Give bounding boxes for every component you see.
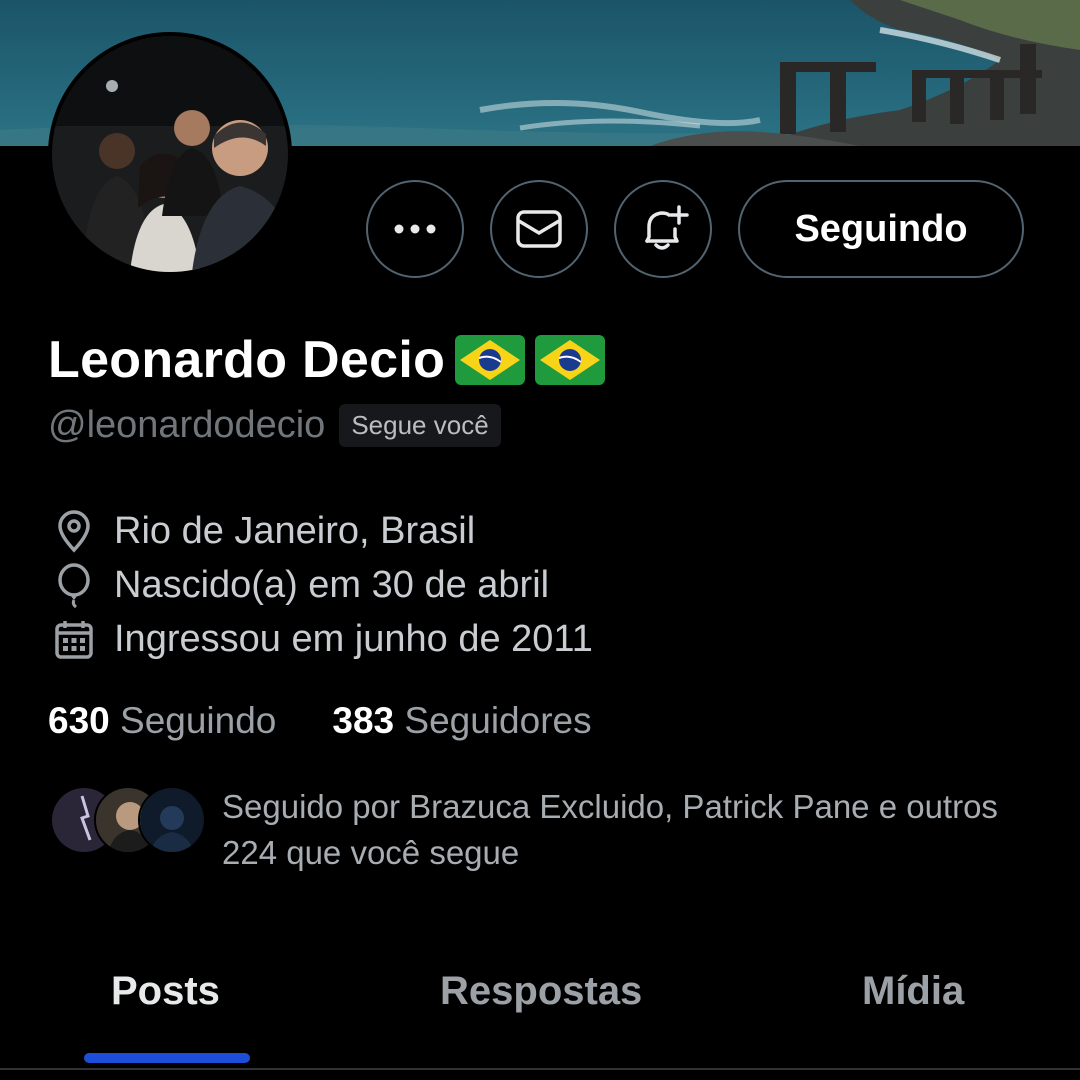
more-dots-icon: [394, 224, 436, 234]
birthday-text: Nascido(a) em 30 de abril: [114, 563, 550, 606]
profile-name-row: Leonardo Decio: [48, 330, 606, 390]
mutual-avatar: [138, 786, 206, 854]
envelope-icon: [516, 210, 562, 248]
location-text: Rio de Janeiro, Brasil: [114, 509, 476, 552]
followers-count: 383: [332, 700, 395, 741]
following-label: Seguindo: [120, 700, 277, 741]
tab-media[interactable]: Mídia: [862, 969, 964, 1014]
message-button[interactable]: [490, 180, 588, 278]
birthday-row: Nascido(a) em 30 de abril: [50, 558, 593, 612]
profile-actions: Seguindo: [366, 180, 1024, 278]
follows-you-badge: Segue você: [339, 404, 501, 447]
following-count: 630: [48, 700, 110, 741]
tabs-divider: [0, 1068, 1080, 1070]
profile-avatar[interactable]: [48, 32, 292, 276]
following-button[interactable]: Seguindo: [738, 180, 1024, 278]
balloon-icon: [50, 561, 98, 609]
avatar-photo: [52, 36, 288, 272]
display-name: Leonardo Decio: [48, 331, 446, 389]
mutual-followers[interactable]: Seguido por Brazuca Excluido, Patrick Pa…: [50, 784, 1050, 884]
follow-stats: 630 Seguindo 383 Seguidores: [48, 700, 592, 742]
location-pin-icon: [50, 507, 98, 555]
location-row: Rio de Janeiro, Brasil: [50, 504, 593, 558]
brazil-flag-icon: [535, 335, 606, 385]
more-options-button[interactable]: [366, 180, 464, 278]
notifications-button[interactable]: [614, 180, 712, 278]
profile-info: Rio de Janeiro, Brasil Nascido(a) em 30 …: [50, 504, 593, 666]
following-stat[interactable]: 630 Seguindo: [48, 700, 276, 742]
active-tab-indicator: [84, 1053, 250, 1063]
profile-tabs: Posts Respostas Mídia: [0, 945, 1080, 1070]
joined-row: Ingressou em junho de 2011: [50, 612, 593, 666]
brazil-flag-icon: [455, 335, 526, 385]
profile-handle: @leonardodecio: [48, 404, 326, 446]
bell-plus-icon: [645, 205, 689, 250]
handle-row: @leonardodecio Segue você: [48, 404, 501, 447]
mutual-followers-text: Seguido por Brazuca Excluido, Patrick Pa…: [222, 788, 998, 871]
followers-stat[interactable]: 383 Seguidores: [332, 700, 591, 742]
tab-replies[interactable]: Respostas: [440, 969, 642, 1014]
followers-label: Seguidores: [404, 700, 592, 741]
tab-posts[interactable]: Posts: [111, 969, 220, 1014]
calendar-icon: [50, 615, 98, 663]
joined-text: Ingressou em junho de 2011: [114, 617, 593, 660]
